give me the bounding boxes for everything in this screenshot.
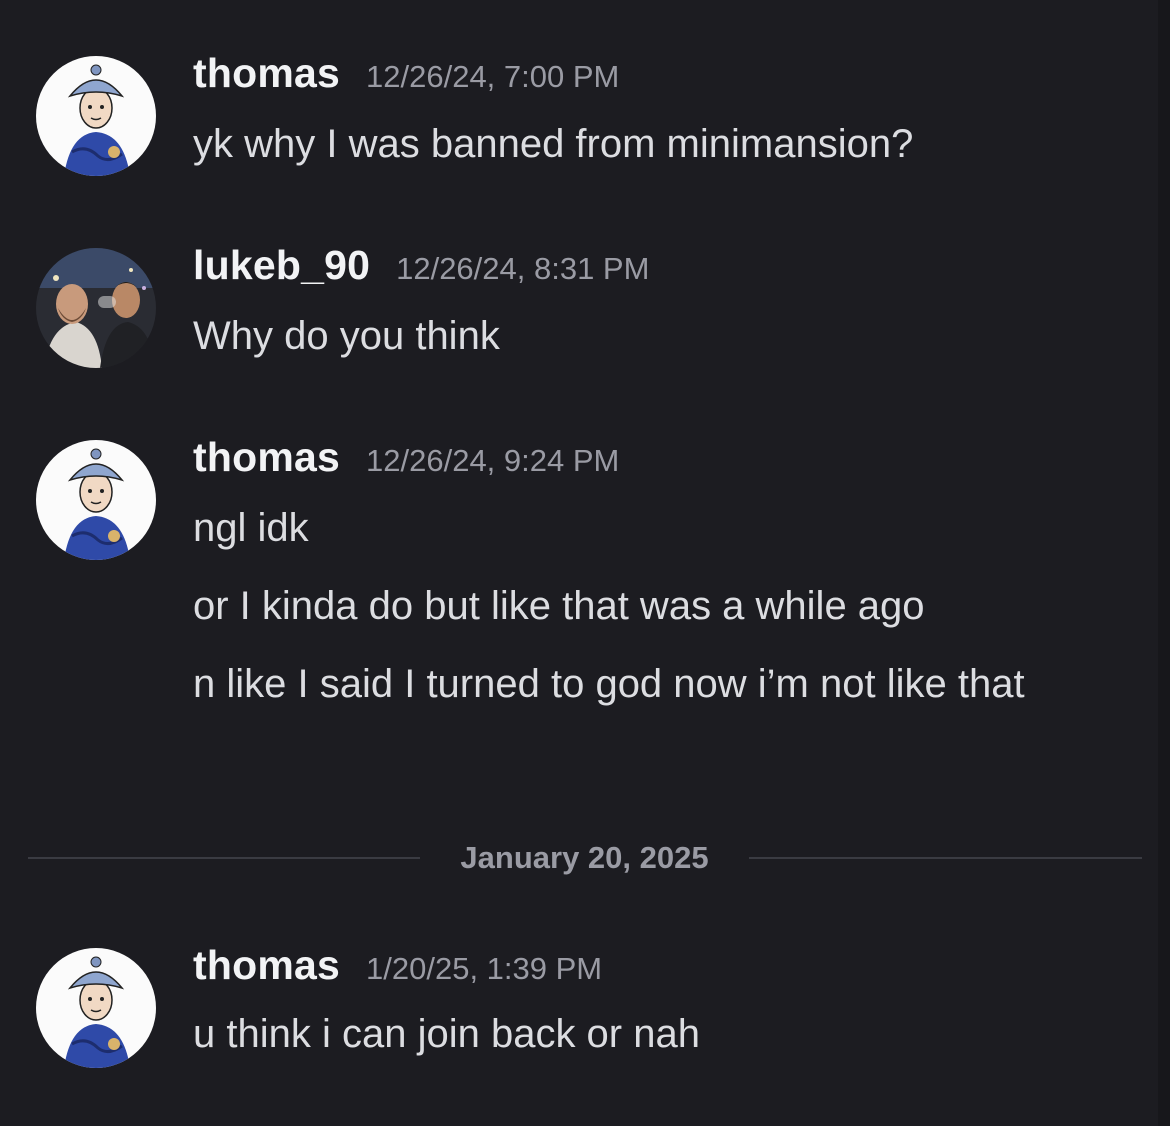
divider-line xyxy=(749,857,1142,859)
timestamp: 12/26/24, 7:00 PM xyxy=(366,59,620,94)
username[interactable]: thomas xyxy=(193,434,340,481)
username[interactable]: thomas xyxy=(193,942,340,989)
avatar[interactable] xyxy=(36,440,156,560)
message-header: thomas 1/20/25, 1:39 PM xyxy=(193,942,602,989)
scrollbar-track xyxy=(1158,0,1170,1126)
message-text: Why do you think xyxy=(193,314,500,358)
message-text: u think i can join back or nah xyxy=(193,1012,700,1056)
username[interactable]: thomas xyxy=(193,50,340,97)
message-text: yk why I was banned from minimansion? xyxy=(193,122,914,166)
message-header: lukeb_90 12/26/24, 8:31 PM xyxy=(193,242,649,289)
divider-line xyxy=(28,857,420,859)
avatar[interactable] xyxy=(36,948,156,1068)
timestamp: 12/26/24, 9:24 PM xyxy=(366,443,620,478)
message-text: ngl idk xyxy=(193,506,309,550)
message-text: or I kinda do but like that was a while … xyxy=(193,584,925,628)
date-divider: January 20, 2025 xyxy=(28,834,1142,882)
avatar[interactable] xyxy=(36,56,156,176)
message-header: thomas 12/26/24, 7:00 PM xyxy=(193,50,619,97)
username[interactable]: lukeb_90 xyxy=(193,242,370,289)
message-header: thomas 12/26/24, 9:24 PM xyxy=(193,434,619,481)
message-text: n like I said I turned to god now i’m no… xyxy=(193,662,1025,706)
date-divider-label: January 20, 2025 xyxy=(460,840,709,875)
timestamp: 12/26/24, 8:31 PM xyxy=(396,251,650,286)
timestamp: 1/20/25, 1:39 PM xyxy=(366,951,603,986)
avatar[interactable] xyxy=(36,248,156,368)
